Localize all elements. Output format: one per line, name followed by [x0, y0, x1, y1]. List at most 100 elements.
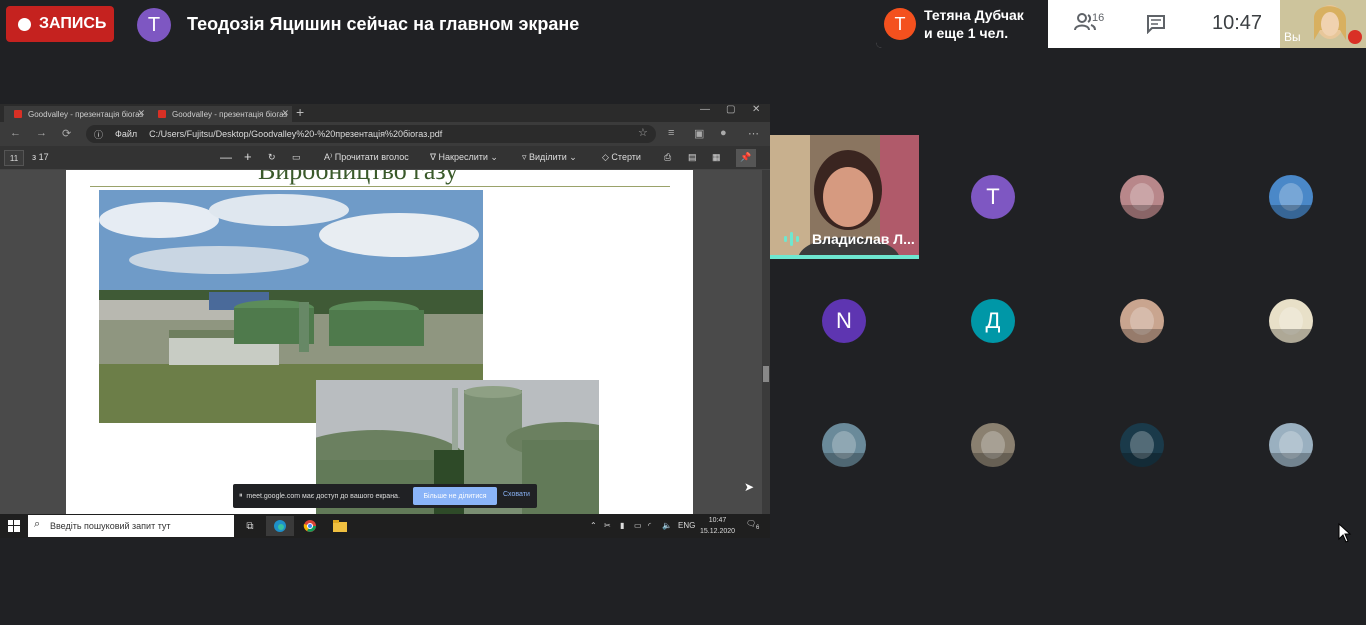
tray-cut-icon[interactable]: ✂ — [604, 521, 611, 530]
highlight-icon: ▿ — [522, 152, 530, 162]
participant-avatar[interactable]: Д — [971, 299, 1015, 343]
pdf-icon — [158, 110, 166, 118]
participant-photo-avatar[interactable] — [1120, 175, 1164, 219]
person-photo-icon — [1269, 183, 1313, 219]
active-participant-tile[interactable]: Владислав Л... — [770, 135, 919, 259]
back-icon[interactable]: ← — [10, 127, 21, 139]
tray-wifi-icon[interactable]: ◜ — [648, 521, 651, 530]
more-icon[interactable]: ⋯ — [748, 127, 759, 140]
zoom-in-button[interactable]: + — [244, 149, 252, 164]
forward-icon[interactable]: → — [36, 127, 47, 139]
erase-label: Стерти — [611, 152, 641, 162]
close-window-button[interactable]: ✕ — [752, 104, 760, 115]
tab-label: Goodvalley - презентація біогаз — [172, 109, 288, 119]
tray-battery-icon[interactable]: ▭ — [634, 521, 642, 530]
record-button[interactable]: ЗАПИСЬ — [6, 6, 114, 42]
taskbar-search[interactable]: ⌕ Введіть пошуковий запит тут — [28, 515, 234, 537]
participant-avatar[interactable]: T — [971, 175, 1015, 219]
top-right-panel: T Тетяна Дубчак и еще 1 чел. 16 10:47 Вы — [876, 0, 1366, 48]
meeting-clock: 10:47 — [1212, 12, 1263, 34]
taskbar-clock[interactable]: 10:47 15.12.2020 — [700, 515, 735, 537]
participants-grid: Владислав Л... T N Д — [770, 135, 1366, 507]
pdf-icon — [14, 110, 22, 118]
mic-off-icon — [1348, 30, 1362, 44]
badge-photo-icon — [1269, 307, 1313, 343]
read-aloud-button[interactable]: A⁾ Прочитати вголос — [324, 152, 409, 163]
chrome-icon[interactable] — [296, 516, 324, 536]
speaking-indicator-icon — [784, 232, 799, 246]
pdf-toolbar: 11 з 17 — + ↻ ▭ A⁾ Прочитати вголос ∇ На… — [0, 146, 770, 170]
maximize-button[interactable]: ▢ — [726, 104, 735, 115]
collections-icon[interactable]: ▣ — [694, 127, 704, 140]
hide-notice-button[interactable]: Сховати — [503, 491, 530, 498]
file-explorer-icon[interactable] — [326, 516, 354, 536]
browser-tab-1[interactable]: Goodvalley - презентація біогаз ✕ — [4, 106, 148, 122]
meet-window: ЗАПИСЬ T Теодозія Яцишин сейчас на главн… — [0, 0, 1366, 625]
erase-button[interactable]: ◇ Стерти — [602, 152, 641, 163]
profile-icon[interactable]: ● — [720, 127, 727, 139]
speaker-name: Тетяна Дубчак — [924, 7, 1024, 23]
share-notice-text: meet.google.com має доступ до вашого екр… — [246, 492, 400, 500]
landscape-photo-icon — [971, 431, 1015, 467]
self-view-tile[interactable]: Вы — [1280, 0, 1366, 48]
new-tab-button[interactable]: + — [296, 104, 304, 120]
active-speaker-border — [770, 255, 919, 259]
active-speaker-box[interactable]: T Тетяна Дубчак и еще 1 чел. — [876, 0, 1048, 48]
minimize-button[interactable]: — — [700, 104, 710, 115]
presenter-avatar: T — [137, 8, 171, 42]
windows-start-icon[interactable] — [8, 520, 20, 532]
cursor-icon: ➤ — [744, 480, 755, 494]
browser-tab-bar: Goodvalley - презентація біогаз ✕ Goodva… — [0, 104, 770, 122]
taskbar-date: 15.12.2020 — [700, 528, 736, 535]
participant-photo-avatar[interactable] — [822, 423, 866, 467]
tray-expand-icon[interactable]: ⌃ — [590, 521, 597, 530]
pdf-scrollbar[interactable] — [762, 170, 770, 514]
screen-share-notification: ⏸ meet.google.com має доступ до вашого е… — [233, 484, 537, 508]
active-participant-name: Владислав Л... — [812, 231, 915, 247]
participant-photo-avatar[interactable] — [1269, 423, 1313, 467]
participant-photo-avatar[interactable] — [1269, 299, 1313, 343]
edge-browser-icon[interactable] — [266, 516, 294, 536]
rotate-icon[interactable]: ↻ — [268, 152, 276, 163]
save-icon[interactable]: ▤ — [688, 152, 697, 163]
page-number-input[interactable]: 11 — [4, 150, 24, 166]
favorites-icon[interactable]: ≡ — [668, 127, 674, 139]
tray-volume-icon[interactable]: 🔈 — [662, 521, 672, 530]
speaker-extra: и еще 1 чел. — [924, 25, 1009, 41]
fit-page-icon[interactable]: ▭ — [292, 152, 301, 163]
person-photo-icon — [1120, 307, 1164, 343]
pause-icon: ⏸ — [239, 492, 247, 499]
participant-avatar[interactable]: N — [822, 299, 866, 343]
eraser-icon: ◇ — [602, 152, 612, 162]
draw-button[interactable]: ∇ Накреслити ⌄ — [430, 152, 498, 163]
url-field[interactable]: ⓘ Файл C:/Users/Fujitsu/Desktop/Goodvall… — [86, 125, 656, 143]
participant-photo-avatar[interactable] — [971, 423, 1015, 467]
browser-tab-2[interactable]: Goodvalley - презентація біогаз ✕ — [148, 106, 292, 122]
tray-usb-icon[interactable]: ▮ — [620, 521, 624, 530]
close-tab-icon[interactable]: ✕ — [137, 108, 145, 119]
participant-photo-avatar[interactable] — [1269, 175, 1313, 219]
close-tab-icon[interactable]: ✕ — [281, 108, 289, 119]
action-center-icon[interactable]: 🗨 — [746, 519, 756, 528]
participant-photo-avatar[interactable] — [1120, 299, 1164, 343]
taskbar-search-placeholder: Введіть пошуковий запит тут — [50, 521, 171, 531]
record-dot-icon — [18, 17, 31, 31]
refresh-icon[interactable]: ⟳ — [62, 127, 71, 140]
save-as-icon[interactable]: ▦ — [712, 152, 721, 163]
highlight-button[interactable]: ▿ Виділити ⌄ — [522, 152, 577, 163]
mouse-cursor-icon — [1338, 523, 1352, 543]
title-divider — [90, 186, 670, 187]
stop-sharing-button[interactable]: Більше не ділитися — [413, 487, 497, 505]
zoom-out-button[interactable]: — — [220, 150, 232, 164]
pdf-viewer-area: Виробництво газу — [0, 170, 762, 514]
task-view-icon[interactable]: ⧉ — [236, 516, 264, 536]
url-text: C:/Users/Fujitsu/Desktop/Goodvalley%20-%… — [149, 129, 443, 139]
print-icon[interactable]: ⎙ — [664, 152, 671, 163]
participant-photo-avatar[interactable] — [1120, 423, 1164, 467]
favorite-star-icon[interactable]: ☆ — [638, 126, 648, 139]
scrollbar-thumb[interactable] — [763, 366, 769, 382]
self-label: Вы — [1284, 30, 1301, 44]
chat-icon[interactable] — [1146, 14, 1166, 34]
tray-language[interactable]: ENG — [678, 521, 695, 530]
pin-toolbar-icon[interactable]: 📌 — [736, 149, 756, 167]
